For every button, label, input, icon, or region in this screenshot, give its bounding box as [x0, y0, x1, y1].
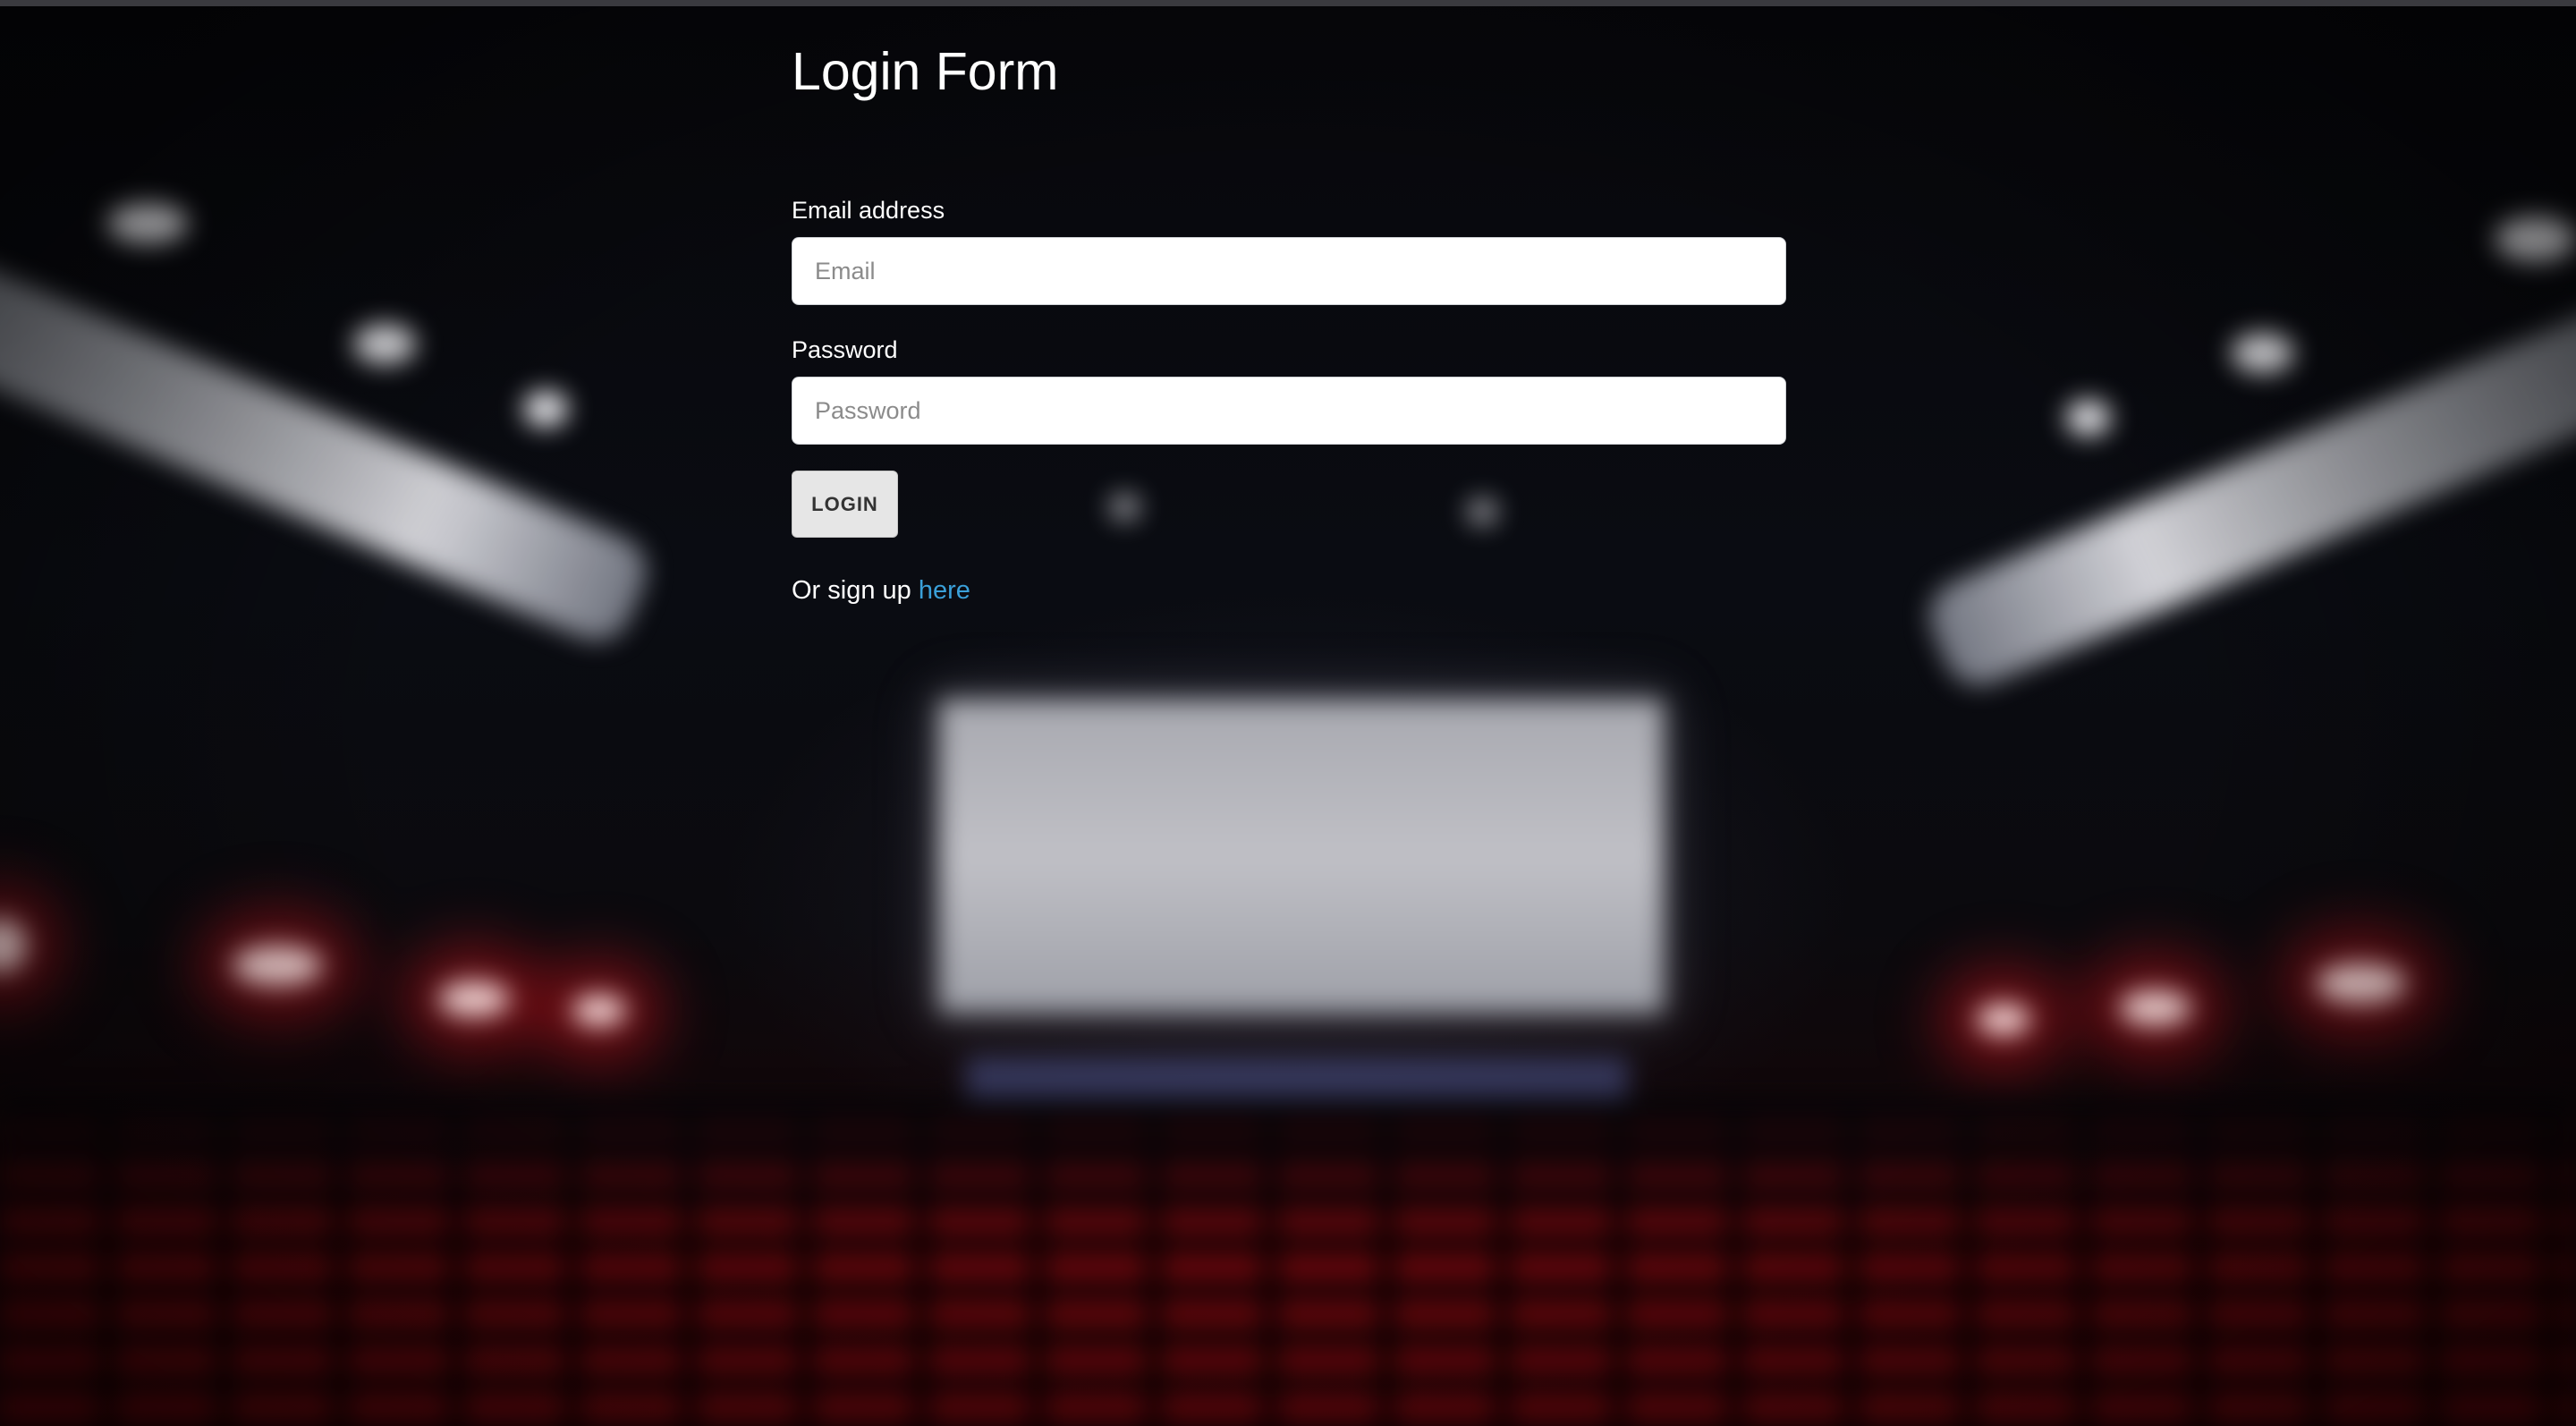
page-title: Login Form	[792, 42, 1059, 101]
vignette	[0, 6, 2576, 1426]
email-field[interactable]	[792, 237, 1786, 305]
top-strip	[0, 0, 2576, 6]
password-field[interactable]	[792, 377, 1786, 445]
signup-prefix: Or sign up	[792, 576, 919, 605]
signup-link[interactable]: here	[919, 576, 970, 605]
login-form: Login Form Email address Password LOGIN …	[792, 36, 1786, 605]
password-label: Password	[792, 336, 898, 363]
email-label: Email address	[792, 197, 945, 224]
signup-text: Or sign up here	[792, 574, 970, 607]
login-button[interactable]: LOGIN	[792, 471, 898, 538]
background-image	[0, 6, 2576, 1426]
